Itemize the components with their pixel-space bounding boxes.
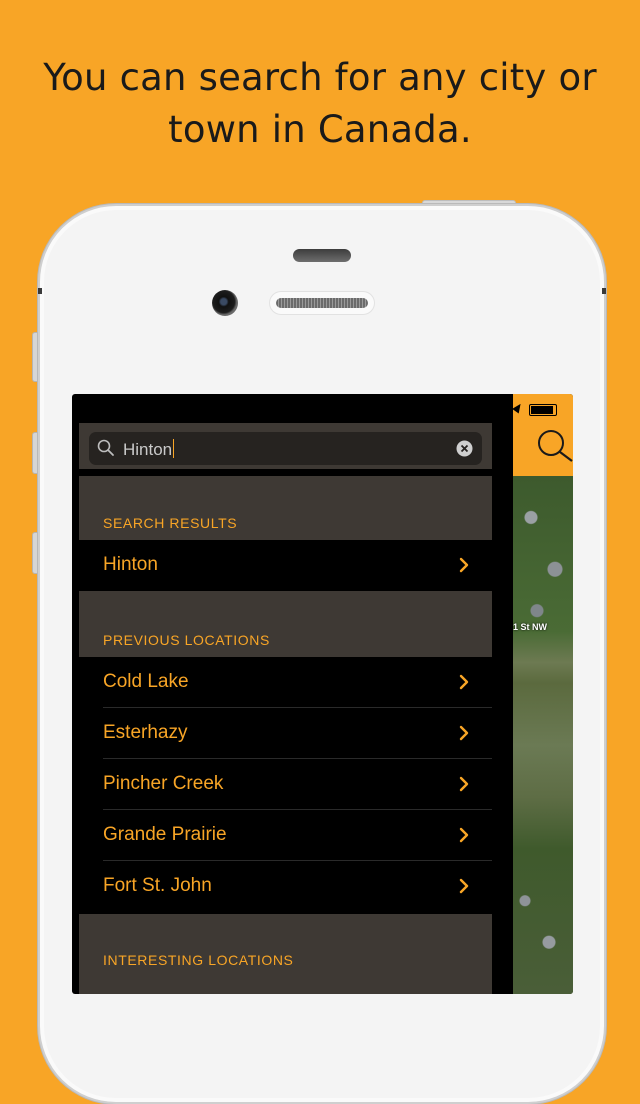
map-view[interactable]: 1 St NW: [513, 394, 573, 994]
search-bar: Hinton: [79, 423, 492, 469]
list-item-label: Hinton: [103, 554, 158, 575]
section-search-results: SEARCH RESULTS: [79, 476, 492, 540]
headline: You can search for any city or town in C…: [43, 56, 597, 151]
list-item-label: Grande Prairie: [103, 824, 227, 845]
chevron-right-icon: [459, 776, 469, 797]
antenna-band: [602, 288, 606, 294]
chevron-right-icon: [459, 878, 469, 899]
text-caret: [173, 439, 175, 458]
section-previous-locations: PREVIOUS LOCATIONS: [79, 591, 492, 657]
chevron-right-icon: [459, 674, 469, 695]
proximity-sensor: [293, 249, 351, 262]
list-item-label: Esterhazy: [103, 722, 188, 743]
search-icon[interactable]: [536, 428, 573, 467]
search-input-value[interactable]: Hinton: [123, 439, 175, 460]
list-item-label: Fort St. John: [103, 875, 212, 896]
search-input[interactable]: Hinton: [89, 432, 482, 465]
location-menu: Hinton SEARCH RESULTS Hinton PREVIOUS LO…: [79, 394, 492, 994]
list-item-label: Cold Lake: [103, 671, 189, 692]
earpiece-speaker: [270, 292, 374, 314]
front-camera: [212, 290, 238, 316]
location-arrow-icon: [513, 401, 524, 414]
battery-icon: [529, 404, 557, 416]
section-interesting-locations: INTERESTING LOCATIONS: [79, 914, 492, 994]
antenna-band: [38, 288, 42, 294]
clear-icon[interactable]: [456, 440, 473, 462]
search-icon: [97, 439, 115, 462]
map-toolbar: [513, 394, 573, 476]
phone-screen: Hinton SEARCH RESULTS Hinton PREVIOUS LO…: [72, 394, 573, 994]
section-label: SEARCH RESULTS: [103, 515, 238, 531]
result-item-hinton[interactable]: Hinton: [79, 540, 492, 591]
section-label: INTERESTING LOCATIONS: [103, 952, 294, 968]
satellite-map[interactable]: 1 St NW: [513, 476, 573, 994]
list-item[interactable]: Esterhazy: [79, 708, 492, 759]
chevron-right-icon: [459, 557, 469, 578]
list-item[interactable]: Grande Prairie: [79, 810, 492, 861]
list-item[interactable]: Fort St. John: [79, 861, 492, 912]
chevron-right-icon: [459, 827, 469, 848]
section-label: PREVIOUS LOCATIONS: [103, 632, 270, 648]
list-item[interactable]: Pincher Creek: [79, 759, 492, 810]
street-label: 1 St NW: [513, 622, 548, 632]
chevron-right-icon: [459, 725, 469, 746]
search-query-text: Hinton: [123, 440, 173, 459]
list-item-label: Pincher Creek: [103, 773, 224, 794]
list-item[interactable]: Cold Lake: [79, 657, 492, 708]
